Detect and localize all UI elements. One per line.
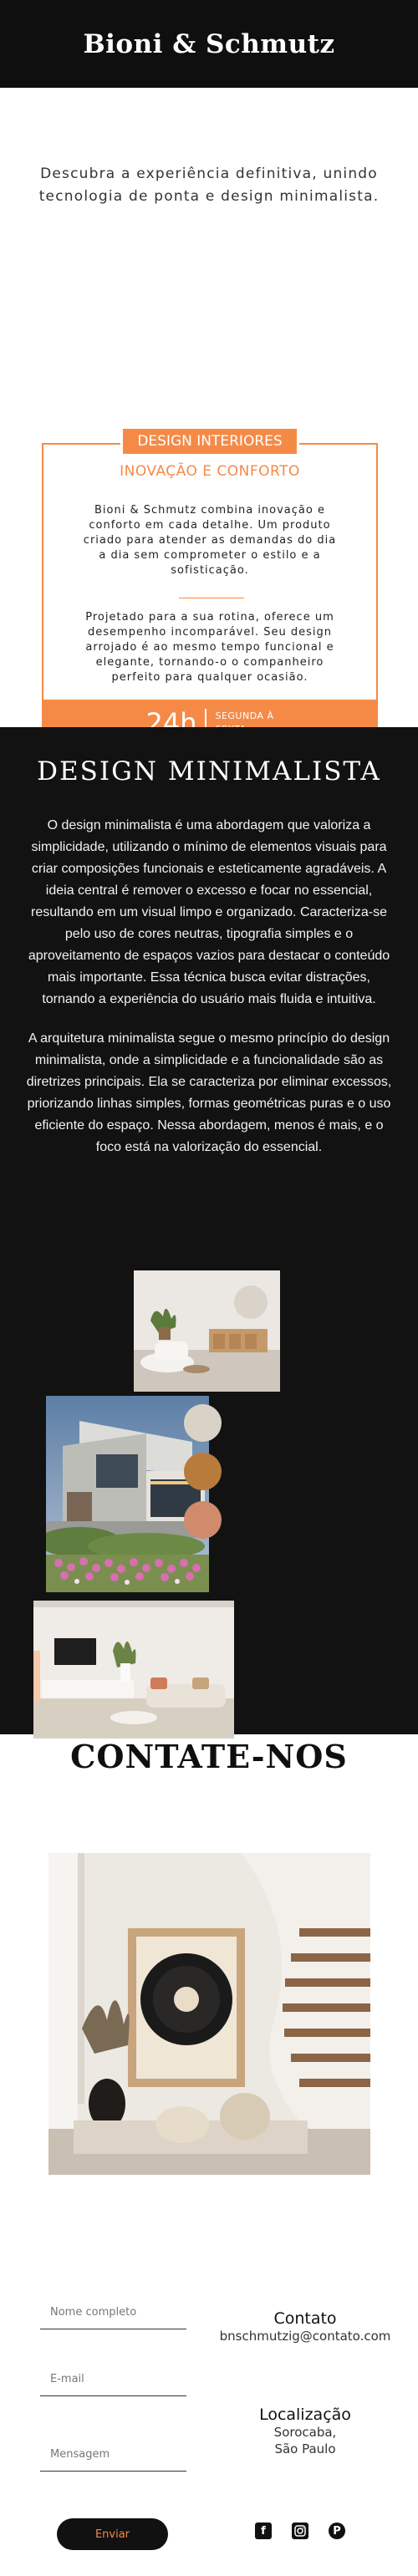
site-title: Bioni & Schmutz [83, 28, 335, 59]
social-links: f P [255, 2523, 345, 2539]
contact-email[interactable]: bnschmutzig@contato.com [201, 2328, 410, 2344]
design-interiores-section: DESIGN INTERIORES INOVAÇÃO E CONFORTO Bi… [0, 339, 418, 748]
contact-info: Contato bnschmutzig@contato.com [201, 2309, 410, 2344]
location-state: São Paulo [274, 2441, 336, 2456]
design-interiores-card: DESIGN INTERIORES INOVAÇÃO E CONFORTO Bi… [42, 426, 378, 748]
contact-heading: Contato [273, 2309, 337, 2328]
interior-stairs-illustration [48, 1853, 370, 2175]
minimal-title: DESIGN MINIMALISTA [37, 756, 381, 787]
location-info: Localização Sorocaba, São Paulo [201, 2405, 410, 2457]
name-field [40, 2301, 186, 2329]
email-field [40, 2368, 186, 2396]
pinterest-icon[interactable]: P [329, 2523, 345, 2539]
message-input[interactable] [40, 2443, 186, 2471]
minimal-paragraph-2: A arquitetura minimalista segue o mesmo … [26, 1031, 392, 1154]
living-room-photo [134, 1270, 280, 1392]
card-paragraph-1: Bioni & Schmutz combina inovação e confo… [83, 504, 337, 577]
minimal-design-section: DESIGN MINIMALISTA O design minimalista … [0, 727, 418, 1739]
interior-photo [33, 1601, 234, 1739]
contact-photo [48, 1853, 370, 2175]
interior-illustration [33, 1601, 234, 1739]
site-header: Bioni & Schmutz [0, 0, 418, 88]
living-room-illustration [134, 1270, 280, 1392]
contact-title-section: CONTATE-NOS [0, 1734, 418, 1801]
minimal-paragraph-1: O design minimalista é uma abordagem que… [28, 818, 390, 1006]
contact-image-section [0, 1801, 418, 2301]
location-heading: Localização [259, 2405, 351, 2424]
card-badge: DESIGN INTERIORES [120, 426, 299, 456]
card-paragraph-2: Projetado para a sua rotina, oferece um … [85, 611, 334, 684]
contact-form-section: Enviar Contato bnschmutzig@contato.com L… [0, 2301, 418, 2550]
facebook-icon[interactable]: f [255, 2523, 272, 2539]
message-field [40, 2443, 186, 2472]
email-input[interactable] [40, 2368, 186, 2395]
send-button[interactable]: Enviar [57, 2518, 168, 2550]
location-city: Sorocaba, [273, 2425, 337, 2440]
instagram-glyph [294, 2525, 306, 2537]
palette-swatch-beige [184, 1404, 222, 1442]
contact-title: CONTATE-NOS [70, 1738, 348, 1775]
color-palette [184, 1404, 234, 1550]
gallery [0, 1270, 418, 1739]
instagram-icon[interactable] [292, 2523, 308, 2539]
palette-swatch-brown [184, 1453, 222, 1490]
card-subtitle: INOVAÇÃO E CONFORTO [120, 463, 300, 480]
name-input[interactable] [40, 2301, 186, 2329]
intro-section: Descubra a experiência definitiva, unind… [0, 88, 418, 339]
intro-text: Descubra a experiência definitiva, unind… [38, 165, 380, 205]
palette-swatch-terracotta [184, 1501, 222, 1539]
days-line-1: SEGUNDA À [215, 710, 274, 721]
